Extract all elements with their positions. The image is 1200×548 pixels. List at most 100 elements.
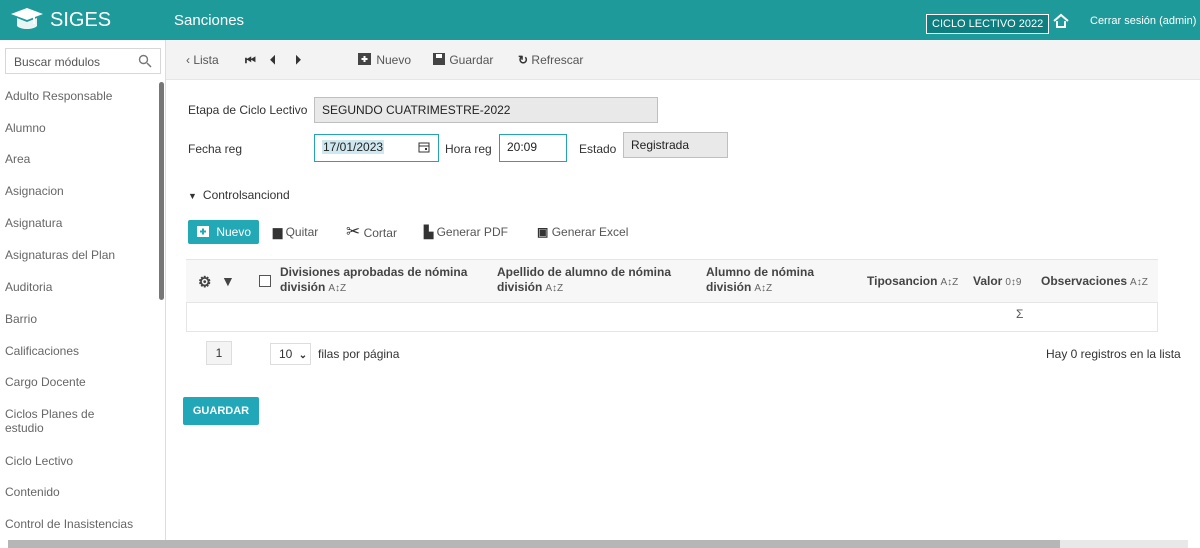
generate-pdf-button[interactable]: ▙ Generar PDF bbox=[424, 222, 508, 242]
search-icon[interactable] bbox=[138, 54, 152, 68]
column-header-alumno[interactable]: Alumno de nómina división A↕Z bbox=[706, 265, 846, 296]
sidebar-item-alumno[interactable]: Alumno bbox=[5, 121, 145, 135]
sort-alpha-icon[interactable]: A↕Z bbox=[328, 283, 346, 294]
column-header-observaciones[interactable]: Observaciones A↕Z bbox=[1041, 274, 1148, 290]
sidebar-item-calificaciones[interactable]: Calificaciones bbox=[5, 344, 145, 358]
stage-label: Etapa de Ciclo Lectivo bbox=[188, 103, 308, 117]
rows-per-page-select[interactable]: 10 ⌄ bbox=[270, 343, 311, 365]
sidebar-item-asignatura[interactable]: Asignatura bbox=[5, 216, 145, 230]
pdf-file-icon: ▙ bbox=[424, 225, 434, 239]
settings-gear-icon[interactable]: ⚙ bbox=[198, 275, 211, 290]
new-document-icon bbox=[358, 53, 371, 65]
previous-record-icon[interactable]: ⏴ bbox=[270, 40, 276, 80]
stage-field[interactable]: SEGUNDO CUATRIMESTRE-2022 bbox=[314, 97, 658, 123]
column-header-valor-label: Valor bbox=[973, 274, 1003, 288]
refresh-toolbar-button[interactable]: ↻ Refrescar bbox=[518, 40, 583, 80]
generate-excel-label: Generar Excel bbox=[551, 225, 629, 239]
page-number-button[interactable]: 1 bbox=[206, 341, 232, 365]
sort-alpha-icon[interactable]: A↕Z bbox=[1130, 277, 1148, 288]
calendar-icon[interactable] bbox=[418, 141, 430, 153]
excel-file-icon: ▣ bbox=[537, 225, 549, 239]
horizontal-scrollbar[interactable] bbox=[8, 540, 1188, 548]
remove-button[interactable]: ▆ Quitar bbox=[273, 222, 318, 242]
filter-icon[interactable]: ▼ bbox=[221, 274, 235, 289]
list-button[interactable]: ‹ Lista bbox=[186, 40, 219, 80]
date-label: Fecha reg bbox=[188, 142, 243, 156]
status-label: Estado bbox=[579, 142, 617, 156]
cycle-badge[interactable]: CICLO LECTIVO 2022 bbox=[926, 14, 1050, 34]
list-label: Lista bbox=[193, 53, 219, 67]
record-toolbar: ‹ Lista ⏮ ⏴ ⏵ Nuevo Guardar ↻ Refrescar bbox=[166, 40, 1200, 80]
graduation-cap-logo-icon bbox=[11, 8, 43, 29]
time-label: Hora reg bbox=[445, 142, 492, 156]
chevron-down-icon: ⌄ bbox=[298, 350, 308, 361]
sum-icon: Σ bbox=[1016, 307, 1024, 321]
new-toolbar-label: Nuevo bbox=[376, 53, 412, 67]
status-field: Registrada bbox=[623, 132, 728, 158]
collapse-triangle-icon: ▼ bbox=[188, 191, 197, 201]
cut-label: Cortar bbox=[363, 226, 397, 240]
sidebar-scrollbar[interactable] bbox=[159, 82, 164, 300]
column-header-tiposancion-label: Tiposancion bbox=[867, 274, 938, 288]
generate-pdf-label: Generar PDF bbox=[436, 225, 508, 239]
sidebar-item-cargo-docente[interactable]: Cargo Docente bbox=[5, 375, 145, 389]
new-document-icon bbox=[197, 226, 209, 237]
select-all-checkbox[interactable] bbox=[259, 275, 271, 287]
sort-alpha-icon[interactable]: A↕Z bbox=[545, 283, 563, 294]
column-header-apellido-label: Apellido de alumno de nómina división bbox=[497, 265, 672, 294]
column-header-apellido[interactable]: Apellido de alumno de nómina división A↕Z bbox=[497, 265, 687, 296]
detail-new-button[interactable]: Nuevo bbox=[188, 220, 259, 244]
empty-table-row bbox=[186, 303, 1158, 332]
refresh-icon: ↻ bbox=[518, 53, 529, 67]
search-placeholder: Buscar módulos bbox=[14, 55, 101, 69]
sort-alpha-icon[interactable]: A↕Z bbox=[940, 277, 958, 288]
page-title: Sanciones bbox=[174, 12, 245, 29]
save-button[interactable]: GUARDAR bbox=[183, 397, 259, 425]
column-header-observaciones-label: Observaciones bbox=[1041, 274, 1128, 288]
rows-per-page-value: 10 bbox=[279, 347, 293, 361]
sidebar: Buscar módulos Adulto Responsable Alumno… bbox=[0, 40, 166, 548]
scissors-icon: ✂ bbox=[346, 222, 361, 241]
logout-link[interactable]: Cerrar sesión (admin) bbox=[1090, 0, 1196, 40]
column-header-divisiones-label: Divisiones aprobadas de nómina división bbox=[280, 265, 468, 294]
section-title: Controlsanciond bbox=[202, 188, 290, 202]
column-header-valor[interactable]: Valor 0↕9 bbox=[973, 274, 1021, 290]
siges-logo[interactable]: SIGES bbox=[10, 4, 160, 36]
last-record-icon[interactable]: ⏵ bbox=[295, 40, 301, 80]
save-disk-icon bbox=[433, 53, 445, 65]
horizontal-scroll-thumb[interactable] bbox=[8, 540, 1060, 548]
date-field[interactable]: 17/01/2023 bbox=[314, 134, 439, 162]
sidebar-item-barrio[interactable]: Barrio bbox=[5, 312, 145, 326]
controlsanciond-toggle[interactable]: ▼ Controlsanciond bbox=[188, 188, 290, 202]
sidebar-item-asignacion[interactable]: Asignacion bbox=[5, 184, 145, 198]
sidebar-item-ciclo-lectivo[interactable]: Ciclo Lectivo bbox=[5, 454, 145, 468]
app-name: SIGES bbox=[50, 8, 112, 31]
sort-numeric-icon[interactable]: 0↕9 bbox=[1005, 277, 1021, 288]
new-toolbar-button[interactable]: Nuevo bbox=[357, 40, 411, 80]
sidebar-item-contenido[interactable]: Contenido bbox=[5, 485, 145, 499]
home-icon[interactable] bbox=[1052, 13, 1070, 29]
sidebar-item-ciclos-planes[interactable]: Ciclos Planes de estudio bbox=[5, 407, 120, 435]
column-header-tiposancion[interactable]: Tiposancion A↕Z bbox=[867, 274, 958, 290]
cut-button[interactable]: ✂ Cortar bbox=[346, 222, 397, 242]
rows-per-page-label: filas por página bbox=[318, 347, 400, 361]
detail-new-label: Nuevo bbox=[216, 225, 252, 239]
refresh-label: Refrescar bbox=[531, 53, 584, 67]
sidebar-item-control-inasistencias[interactable]: Control de Inasistencias bbox=[5, 517, 145, 531]
time-field[interactable]: 20:09 bbox=[499, 134, 567, 162]
date-value: 17/01/2023 bbox=[322, 140, 385, 154]
module-search-input[interactable]: Buscar módulos bbox=[5, 48, 161, 74]
first-record-icon[interactable]: ⏮ bbox=[245, 40, 256, 80]
generate-excel-button[interactable]: ▣ Generar Excel bbox=[537, 222, 628, 242]
sidebar-item-area[interactable]: Area bbox=[5, 152, 145, 166]
sort-alpha-icon[interactable]: A↕Z bbox=[754, 283, 772, 294]
column-header-divisiones[interactable]: Divisiones aprobadas de nómina división A… bbox=[280, 265, 480, 296]
sidebar-item-asignaturas-del-plan[interactable]: Asignaturas del Plan bbox=[5, 248, 145, 262]
save-toolbar-button[interactable]: Guardar bbox=[432, 40, 493, 80]
sidebar-item-auditoria[interactable]: Auditoria bbox=[5, 280, 145, 294]
remove-label: Quitar bbox=[285, 225, 319, 239]
trash-icon: ▆ bbox=[273, 225, 283, 239]
sidebar-item-adulto-responsable[interactable]: Adulto Responsable bbox=[5, 89, 145, 103]
save-toolbar-label: Guardar bbox=[449, 53, 494, 67]
top-bar: SIGES Sanciones CICLO LECTIVO 2022 Cerra… bbox=[0, 0, 1200, 40]
